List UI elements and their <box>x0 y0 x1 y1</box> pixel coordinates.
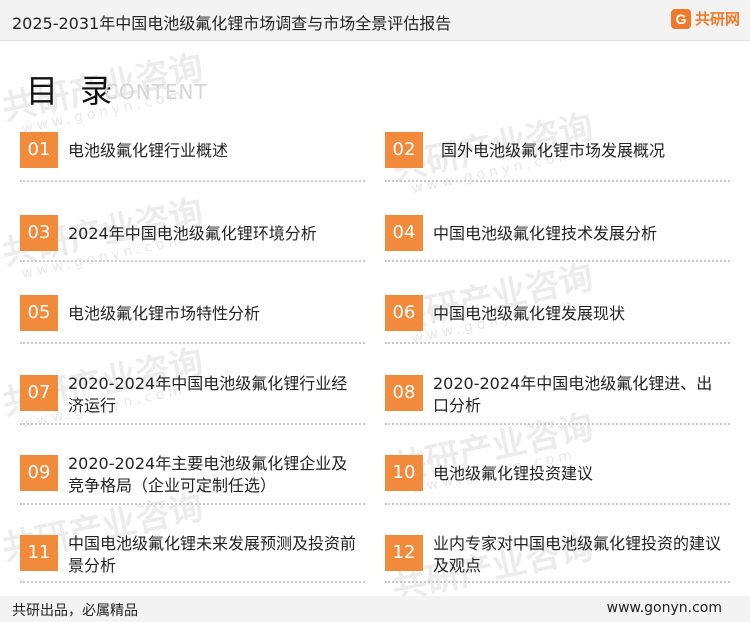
toc-item-number: 10 <box>385 455 423 491</box>
header-bar: 2025-2031年中国电池级氟化锂市场调查与市场全景评估报告 G 共研网 <box>0 0 750 41</box>
toc-item-label: 2020-2024年中国电池级氟化锂进、出口分析 <box>433 374 713 415</box>
toc-item-number: 02 <box>385 132 423 168</box>
toc-item-label: 国外电池级氟化锂市场发展概况 <box>441 141 666 160</box>
toc-item[interactable]: 09 2020-2024年主要电池级氟化锂企业及竞争格局（企业可定制任选） <box>20 454 365 535</box>
toc-item-label: 2024年中国电池级氟化锂环境分析 <box>68 224 317 243</box>
toc-item-number: 12 <box>385 535 423 571</box>
toc-item[interactable]: 04 中国电池级氟化锂技术发展分析 <box>385 215 730 295</box>
footer-bar: 共研出品，必属精品 www.gonyn.com <box>0 596 750 622</box>
toc-subtitle: CONTENT <box>104 80 208 104</box>
divider <box>20 180 365 182</box>
toc-item-label: 业内专家对中国电池级氟化锂投资的建议及观点 <box>433 534 722 575</box>
toc-item-number: 05 <box>20 295 58 331</box>
toc-item-label: 2020-2024年主要电池级氟化锂企业及竞争格局（企业可定制任选） <box>68 454 348 495</box>
brand[interactable]: G 共研网 <box>670 8 740 29</box>
toc-item-number: 07 <box>20 375 58 411</box>
brand-logo-icon: G <box>670 8 691 29</box>
divider <box>20 423 365 425</box>
divider <box>20 260 365 262</box>
toc-item-label: 2020-2024年中国电池级氟化锂行业经济运行 <box>68 374 348 415</box>
toc-item-label: 中国电池级氟化锂未来发展预测及投资前景分析 <box>68 534 357 575</box>
toc-item-label: 电池级氟化锂投资建议 <box>433 464 594 483</box>
brand-name: 共研网 <box>694 10 740 28</box>
toc-item[interactable]: 08 2020-2024年中国电池级氟化锂进、出口分析 <box>385 374 730 455</box>
toc-item-number: 04 <box>385 215 423 251</box>
toc-item[interactable]: 05 电池级氟化锂市场特性分析 <box>20 295 365 375</box>
toc-item-label: 电池级氟化锂行业概述 <box>68 141 229 160</box>
footer-website-link[interactable]: www.gonyn.com <box>607 600 722 616</box>
toc-item[interactable]: 07 2020-2024年中国电池级氟化锂行业经济运行 <box>20 374 365 455</box>
divider <box>385 180 730 182</box>
divider <box>20 342 365 344</box>
toc-item[interactable]: 10 电池级氟化锂投资建议 <box>385 455 730 535</box>
divider <box>385 423 730 425</box>
divider <box>20 581 365 583</box>
toc-item-number: 08 <box>385 375 423 411</box>
toc-item-number: 11 <box>20 535 58 571</box>
toc-item-number: 06 <box>385 295 423 331</box>
toc-item[interactable]: 01 电池级氟化锂行业概述 <box>20 132 365 212</box>
toc-item-label: 中国电池级氟化锂发展现状 <box>433 304 626 323</box>
toc-item[interactable]: 02 国外电池级氟化锂市场发展概况 <box>385 132 730 212</box>
divider <box>20 503 365 505</box>
report-title: 2025-2031年中国电池级氟化锂市场调查与市场全景评估报告 <box>12 14 452 33</box>
divider <box>385 260 730 262</box>
divider <box>385 581 730 583</box>
toc-item-label: 中国电池级氟化锂技术发展分析 <box>433 224 658 243</box>
toc-item-number: 01 <box>20 132 58 168</box>
toc-item[interactable]: 03 2024年中国电池级氟化锂环境分析 <box>20 215 365 295</box>
toc-item-number: 09 <box>20 455 58 491</box>
toc-item-label: 电池级氟化锂市场特性分析 <box>68 304 261 323</box>
footer-slogan: 共研出品，必属精品 <box>12 603 138 619</box>
toc-item[interactable]: 06 中国电池级氟化锂发展现状 <box>385 295 730 375</box>
divider <box>385 342 730 344</box>
divider <box>385 503 730 505</box>
toc-item-number: 03 <box>20 215 58 251</box>
